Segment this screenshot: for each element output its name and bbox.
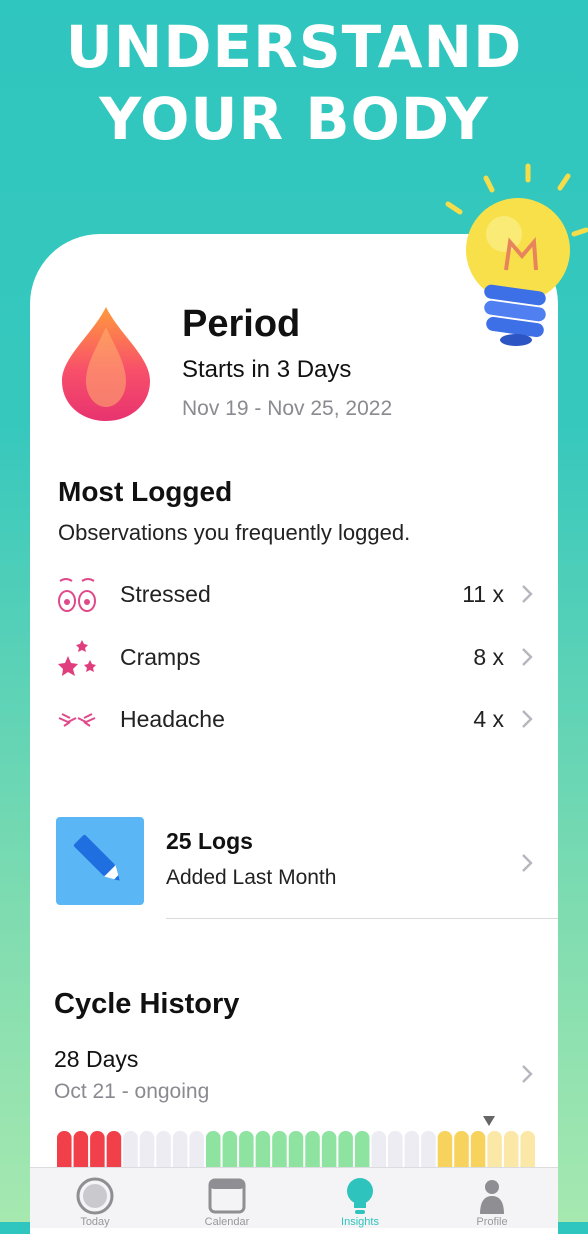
tab-label-profile: Profile	[476, 1216, 508, 1228]
tab-calendar[interactable]	[205, 1174, 249, 1218]
cycle-day-bar	[421, 1131, 436, 1171]
cycle-range: Oct 21 - ongoing	[54, 1080, 210, 1103]
most-logged-row-cramps[interactable]: Cramps 8 x	[56, 636, 540, 680]
cycle-day-bar	[371, 1131, 387, 1171]
period-subtitle: Starts in 3 Days	[182, 356, 352, 383]
chevron-right-icon	[522, 710, 533, 728]
cycle-length[interactable]: 28 Days	[54, 1046, 138, 1073]
cycle-day-bar	[321, 1131, 337, 1171]
tab-bar: Today Calendar Insights Profile	[30, 1167, 558, 1228]
row-count: 8 x	[473, 644, 504, 670]
cycle-day-bar	[454, 1131, 469, 1171]
period-dates: Nov 19 - Nov 25, 2022	[182, 397, 393, 420]
cycle-day-bar	[172, 1131, 188, 1171]
headache-icon	[58, 713, 96, 727]
period-title: Period	[182, 303, 301, 345]
divider	[166, 918, 558, 919]
blood-drop-icon	[62, 307, 150, 421]
tab-profile[interactable]	[470, 1174, 514, 1218]
cycle-day-bar	[222, 1131, 238, 1171]
tab-today[interactable]	[73, 1174, 117, 1218]
cycle-day-bar	[156, 1131, 171, 1171]
stressed-face-icon	[58, 578, 96, 612]
most-logged-row-headache[interactable]: Headache 4 x	[56, 698, 540, 742]
tab-label-insights: Insights	[341, 1216, 379, 1228]
row-count: 4 x	[473, 706, 504, 732]
calendar-icon	[208, 1178, 246, 1214]
cycle-day-bar	[338, 1131, 353, 1171]
cycle-day-bar	[255, 1131, 271, 1171]
cycle-day-bar	[470, 1131, 486, 1171]
cycle-history-bars[interactable]	[56, 1131, 536, 1171]
cycle-day-bar	[57, 1131, 72, 1171]
today-circle-icon	[76, 1177, 114, 1215]
cycle-day-bar	[272, 1131, 287, 1171]
cycle-day-bar	[354, 1131, 370, 1171]
chevron-right-icon	[522, 585, 533, 603]
chevron-right-icon[interactable]	[520, 1063, 534, 1085]
cycle-day-bar	[90, 1131, 105, 1171]
headline-line-2: YOUR BODY	[99, 85, 489, 153]
cycle-day-bar	[239, 1131, 254, 1171]
cycle-day-bar	[106, 1131, 122, 1171]
most-logged-row-stressed[interactable]: Stressed 11 x	[56, 573, 540, 617]
cramps-stars-icon	[58, 640, 96, 676]
profile-icon	[480, 1180, 504, 1214]
tab-insights[interactable]	[338, 1174, 382, 1218]
cycle-day-bar	[487, 1131, 502, 1171]
logs-title[interactable]: 25 Logs	[166, 828, 253, 855]
cycle-day-bar	[520, 1131, 535, 1171]
chevron-right-icon	[522, 648, 533, 666]
cycle-day-bar	[123, 1131, 138, 1171]
cycle-day-bar	[404, 1131, 420, 1171]
logs-subtitle: Added Last Month	[166, 866, 337, 889]
cycle-day-bar	[288, 1131, 304, 1171]
tab-label-today: Today	[80, 1216, 110, 1228]
cycle-day-bar	[73, 1131, 89, 1171]
row-count: 11 x	[462, 581, 504, 607]
cycle-history-title: Cycle History	[54, 988, 240, 1020]
chevron-right-icon[interactable]	[520, 852, 534, 874]
row-label: Cramps	[120, 644, 201, 670]
tab-label-calendar: Calendar	[204, 1216, 250, 1228]
row-label: Stressed	[120, 581, 211, 607]
cycle-day-bar	[503, 1131, 519, 1171]
lightbulb-icon	[445, 163, 588, 346]
most-logged-title: Most Logged	[58, 476, 233, 507]
cycle-day-bar	[305, 1131, 320, 1171]
cycle-day-bar	[437, 1131, 453, 1171]
current-day-marker	[483, 1116, 495, 1126]
most-logged-description: Observations you frequently logged.	[58, 520, 411, 545]
row-label: Headache	[120, 706, 225, 732]
headline-line-1: UNDERSTAND	[65, 13, 523, 81]
insights-bulb-icon	[347, 1178, 373, 1214]
cycle-day-bar	[139, 1131, 155, 1171]
logs-pencil-tile[interactable]	[56, 817, 144, 905]
pencil-icon	[73, 834, 120, 881]
cycle-day-bar	[388, 1131, 403, 1171]
cycle-day-bar	[189, 1131, 204, 1171]
cycle-day-bar	[205, 1131, 221, 1171]
